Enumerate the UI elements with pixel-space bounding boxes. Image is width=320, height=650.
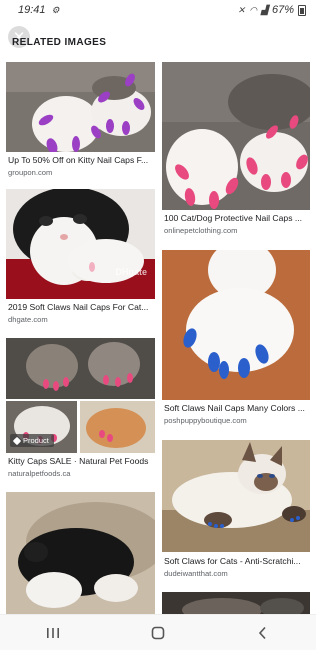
result-image[interactable]: Product [6,338,155,453]
image-result-card[interactable]: Soft Claws for Cats - Anti-Scratchi... d… [162,440,310,585]
status-bar: 19:41 ⚙ ✕ ◠ ▟ 67% [0,0,316,20]
signal-icon: ▟ [261,4,268,15]
android-nav-bar [0,614,316,650]
section-title: RELATED IMAGES [12,37,107,48]
result-image[interactable] [6,62,155,152]
image-result-card[interactable]: Product Kitty Caps SALE · Natural Pet Fo… [6,338,155,483]
product-badge-label: Product [23,436,49,445]
product-badge: Product [10,434,54,447]
status-time: 19:41 [18,4,46,16]
related-images-header: ✕ RELATED IMAGES [0,24,316,60]
battery-percent: 67% [271,4,294,16]
result-source: onlinepetclothing.com [164,226,238,235]
result-image[interactable] [162,250,310,400]
result-image[interactable] [162,440,310,552]
mute-icon: ✕ [237,4,246,15]
image-result-card[interactable]: Up To 50% Off on Kitty Nail Caps F... gr… [6,62,155,184]
result-image[interactable]: DHgate [6,189,155,299]
recents-icon[interactable] [33,618,73,648]
image-result-card[interactable]: DHgate 2019 Soft Claws Nail Caps For Cat… [6,189,155,329]
result-source: poshpuppyboutique.com [164,416,247,425]
image-result-card[interactable] [6,492,155,614]
home-icon[interactable] [138,618,178,648]
result-title[interactable]: Up To 50% Off on Kitty Nail Caps F... [8,155,153,165]
result-title[interactable]: 100 Cat/Dog Protective Nail Caps ... [164,213,308,223]
notification-icon: ⚙ [51,4,60,15]
result-source: naturalpetfoods.ca [8,469,71,478]
result-title[interactable]: 2019 Soft Claws Nail Caps For Cat... [8,302,153,312]
wifi-icon: ◠ [249,4,258,15]
image-result-card[interactable]: 100 Cat/Dog Protective Nail Caps ... onl… [162,62,310,242]
back-icon[interactable] [243,618,283,648]
result-image[interactable] [6,492,155,614]
battery-icon [298,4,306,16]
result-image[interactable] [162,62,310,210]
result-title[interactable]: Soft Claws for Cats - Anti-Scratchi... [164,556,308,566]
image-result-card[interactable] [162,592,310,614]
result-image[interactable] [162,592,310,614]
tag-icon [12,436,22,445]
result-source: dhgate.com [8,315,48,324]
result-source: groupon.com [8,168,53,177]
related-images-grid: Up To 50% Off on Kitty Nail Caps F... gr… [0,62,316,614]
result-source: dudeiwantthat.com [164,569,228,578]
image-watermark: DHgate [115,267,147,277]
result-title[interactable]: Soft Claws Nail Caps Many Colors ... [164,403,308,413]
image-result-card[interactable]: Soft Claws Nail Caps Many Colors ... pos… [162,250,310,432]
result-title[interactable]: Kitty Caps SALE · Natural Pet Foods [8,456,153,466]
